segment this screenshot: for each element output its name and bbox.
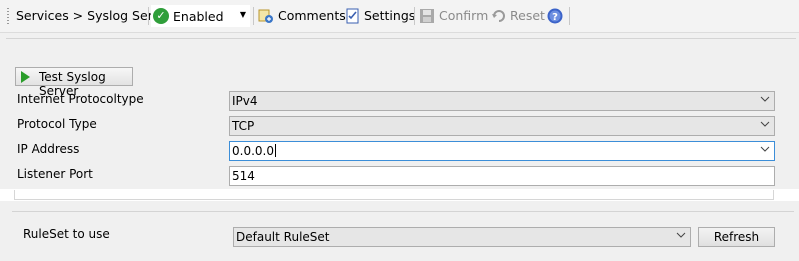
chevron-down-icon (760, 121, 770, 127)
comments-button[interactable]: Comments (278, 8, 346, 23)
protocol-type-label: Protocol Type (17, 117, 97, 131)
settings-button[interactable]: Settings (364, 8, 415, 23)
listener-port-value: 514 (232, 169, 255, 183)
chevron-down-icon (676, 232, 686, 238)
help-icon[interactable]: ? (547, 8, 563, 24)
ip-address-label: IP Address (17, 142, 80, 156)
protocol-type-select[interactable]: TCP (229, 116, 775, 136)
check-circle-icon: ✓ (153, 8, 169, 24)
reset-button[interactable]: Reset (510, 8, 545, 23)
reset-icon (492, 10, 505, 22)
listener-port-input[interactable]: 514 (229, 166, 775, 186)
internet-protocol-select[interactable]: IPv4 (229, 91, 775, 111)
ruleset-label: RuleSet to use (23, 227, 110, 241)
test-syslog-server-button[interactable]: Test Syslog Server (15, 67, 133, 98)
text-caret (274, 144, 276, 157)
ip-address-combobox[interactable]: 0.0.0.0 (229, 141, 775, 161)
toolbar-separator (569, 7, 570, 25)
internet-protocol-label: Internet Protocoltype (17, 92, 144, 106)
settings-icon (346, 8, 359, 24)
dropdown-arrow-icon: ▼ (239, 10, 246, 19)
chevron-down-icon (760, 96, 770, 102)
internet-protocol-value: IPv4 (232, 94, 258, 108)
toolbar-separator (148, 7, 149, 25)
ip-address-text: 0.0.0.0 (232, 144, 276, 158)
refresh-button[interactable]: Refresh (698, 227, 775, 247)
service-state-dropdown[interactable]: ✓ Enabled ▼ (151, 5, 250, 27)
save-icon (420, 9, 434, 23)
svg-text:?: ? (552, 12, 558, 23)
toolbar-grip (7, 8, 9, 24)
protocol-type-value: TCP (232, 119, 255, 133)
toolbar: Services > Syslog Server ✓ Enabled ▼ Com… (0, 0, 799, 33)
ip-address-value: 0.0.0.0 (232, 144, 274, 158)
ruleset-value: Default RuleSet (236, 230, 330, 244)
ruleset-select[interactable]: Default RuleSet (233, 227, 691, 247)
toolbar-separator (414, 7, 415, 25)
inner-group-box (14, 190, 774, 200)
comments-icon (258, 9, 273, 23)
service-state-value: Enabled (173, 9, 224, 24)
chevron-down-icon (760, 146, 770, 152)
listener-port-label: Listener Port (17, 167, 93, 181)
toolbar-separator (253, 7, 254, 25)
breadcrumb: Services > Syslog Server (16, 8, 173, 23)
confirm-button[interactable]: Confirm (439, 8, 488, 23)
play-icon (21, 71, 30, 83)
